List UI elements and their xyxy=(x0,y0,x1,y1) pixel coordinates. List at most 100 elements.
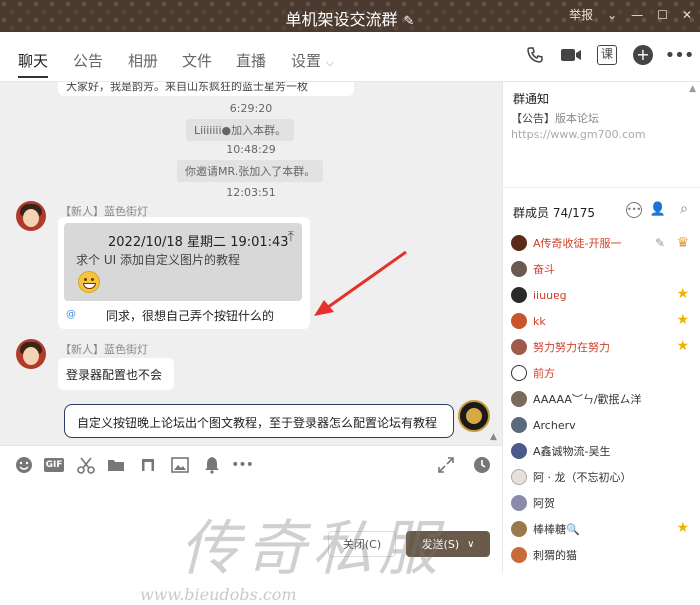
member-avatar xyxy=(511,261,527,277)
owner-badge-icon: ♛ xyxy=(676,235,689,251)
edit-icon[interactable]: ✎ xyxy=(655,236,665,250)
member-avatar xyxy=(511,521,527,537)
member-item[interactable]: 阿贺 xyxy=(511,492,695,514)
member-item[interactable]: 阿 · 龙（不忘初心） xyxy=(511,466,695,488)
admin-star-icon: ★ xyxy=(676,520,689,536)
group-info-panel: ▲ 群通知 【公告】版本论坛 https://www.gm700.com 群成员… xyxy=(502,82,700,573)
sender-name[interactable]: 【新人】蓝色街灯 xyxy=(60,341,148,357)
my-message-bubble[interactable]: 自定义按钮晚上论坛出个图文教程，至于登录器怎么配置论坛有教程 xyxy=(64,404,454,438)
emoji-icon[interactable] xyxy=(14,455,34,475)
phone-call-icon[interactable] xyxy=(524,44,546,66)
bottom-area xyxy=(0,573,700,605)
message-text: 同求，很想自己弄个按钮什么的 xyxy=(106,309,275,323)
video-call-icon[interactable] xyxy=(560,44,582,66)
member-avatar xyxy=(511,417,527,433)
minimize-button[interactable]: — xyxy=(631,8,643,22)
avatar[interactable] xyxy=(16,339,46,369)
report-button[interactable]: 举报 xyxy=(569,6,593,23)
admin-star-icon: ★ xyxy=(676,312,689,328)
tab-files[interactable]: 文件 xyxy=(182,50,212,71)
member-avatar xyxy=(511,495,527,511)
tab-album[interactable]: 相册 xyxy=(128,50,158,71)
music-icon[interactable] xyxy=(138,455,158,475)
member-item[interactable]: 前方 xyxy=(511,362,695,384)
screenshot-scissors-icon[interactable] xyxy=(76,455,96,475)
grin-emoji-icon xyxy=(78,271,100,293)
member-avatar xyxy=(511,287,527,303)
member-name: kk xyxy=(533,314,546,328)
course-icon[interactable]: 课 xyxy=(596,44,618,66)
send-label: 发送(S) xyxy=(421,538,460,551)
system-invite-notice: 你邀请MR.张加入了本群。 xyxy=(177,160,324,182)
member-item[interactable]: AAAAA︶ㄣ/歡抿ㄙ洋 xyxy=(511,388,695,410)
member-name: AAAAA︶ㄣ/歡抿ㄙ洋 xyxy=(533,393,642,406)
tab-live[interactable]: 直播 xyxy=(236,50,266,71)
add-app-icon[interactable]: + xyxy=(632,44,654,66)
member-avatar xyxy=(511,469,527,485)
my-avatar[interactable] xyxy=(458,400,490,432)
chevron-down-icon[interactable]: ⌄ xyxy=(607,8,617,22)
message-bubble[interactable]: 2022/10/18 星期二 19:01:43 ⤒ 求个 UI 添加自定义图片的… xyxy=(58,217,310,329)
more-icon[interactable]: ••• xyxy=(665,44,695,66)
avatar[interactable] xyxy=(16,201,46,231)
more-tools-icon[interactable]: ••• xyxy=(231,455,254,475)
member-item[interactable]: 刺猬的猫 xyxy=(511,544,695,566)
scroll-down-icon[interactable]: ▲ xyxy=(490,432,497,442)
message-input[interactable]: 关闭(C) 发送(S) ∨ xyxy=(0,483,502,573)
edit-title-icon[interactable]: ✎ xyxy=(404,14,415,29)
qq-group-chat-window: 单机架设交流群 ✎ 举报 ⌄ — ☐ ✕ 聊天 公告 相册 文件 直播 设置 ⌵ … xyxy=(0,0,700,605)
window-title: 单机架设交流群 xyxy=(285,10,398,29)
tab-announcement[interactable]: 公告 xyxy=(73,50,103,71)
chat-messages[interactable]: 大家好，我是韵芳。来自山东疯狂的蓝士星芳一枚 6:29:20 Liiiiiii●… xyxy=(0,82,502,445)
member-item[interactable]: kk ★ xyxy=(511,310,695,332)
system-join-notice: Liiiiiii●加入本群。 xyxy=(186,119,295,141)
chevron-down-icon: ⌵ xyxy=(325,56,335,69)
notice-url[interactable]: https://www.gm700.com xyxy=(511,128,646,141)
member-item[interactable]: 奋斗 xyxy=(511,258,695,280)
member-item[interactable]: Archerv xyxy=(511,414,695,436)
member-item[interactable]: A传奇收徒-开服一 ✎ ♛ xyxy=(511,232,695,254)
member-item[interactable]: iiuuɐg ★ xyxy=(511,284,695,306)
member-avatar xyxy=(511,339,527,355)
notice-tag: 【公告】 xyxy=(511,112,555,125)
member-item[interactable]: A鑫诚物流-吴生 xyxy=(511,440,695,462)
scroll-up-icon[interactable]: ▲ xyxy=(689,84,696,94)
message-bubble[interactable]: 登录器配置也不会 xyxy=(58,358,174,390)
member-avatar xyxy=(511,547,527,563)
member-name: iiuuɐg xyxy=(533,288,567,302)
add-member-icon[interactable]: 👤 xyxy=(650,202,666,217)
chevron-down-icon[interactable]: ∨ xyxy=(467,539,474,550)
timestamp: 10:48:29 xyxy=(226,143,276,156)
quote-text: 求个 UI 添加自定义图片的教程 xyxy=(76,253,240,267)
image-icon[interactable] xyxy=(170,455,190,475)
folder-icon[interactable] xyxy=(106,455,126,475)
member-name: 刺猬的猫 xyxy=(533,549,577,562)
group-chat-icon[interactable]: ••• xyxy=(626,202,642,218)
expand-icon[interactable] xyxy=(436,455,456,475)
partial-message-text: 大家好，我是韵芳。来自山东疯狂的蓝士星芳一枚 xyxy=(66,82,308,93)
member-item[interactable]: 棒棒糖🔍 ★ xyxy=(511,518,695,540)
message-text: 自定义按钮晚上论坛出个图文教程，至于登录器怎么配置论坛有教程 xyxy=(77,416,438,430)
jump-to-quote-icon[interactable]: ⤒ xyxy=(288,229,294,245)
close-button[interactable]: 关闭(C) xyxy=(328,531,396,557)
bell-icon[interactable] xyxy=(202,455,222,475)
history-clock-icon[interactable] xyxy=(472,455,492,475)
tab-chat[interactable]: 聊天 xyxy=(18,50,48,71)
maximize-button[interactable]: ☐ xyxy=(657,8,668,22)
member-item[interactable]: 努力努力在努力 ★ xyxy=(511,336,695,358)
quoted-message[interactable]: 2022/10/18 星期二 19:01:43 ⤒ 求个 UI 添加自定义图片的… xyxy=(64,223,302,301)
admin-star-icon: ★ xyxy=(676,286,689,302)
tab-settings[interactable]: 设置 ⌵ xyxy=(291,50,334,71)
partial-message: 大家好，我是韵芳。来自山东疯狂的蓝士星芳一枚 xyxy=(58,82,354,96)
member-name: 奋斗 xyxy=(533,263,555,276)
group-notice-title[interactable]: 群通知 xyxy=(513,90,549,107)
search-icon[interactable]: ⌕ xyxy=(680,201,688,217)
mention-icon: @ xyxy=(66,309,76,320)
gif-icon[interactable]: GIF xyxy=(43,455,65,475)
members-title: 群成员 74/175 xyxy=(513,206,596,220)
send-button[interactable]: 发送(S) ∨ xyxy=(406,531,490,557)
member-avatar xyxy=(511,391,527,407)
member-avatar xyxy=(511,235,527,251)
close-window-button[interactable]: ✕ xyxy=(682,8,692,22)
group-notice[interactable]: 【公告】版本论坛 xyxy=(511,110,599,126)
